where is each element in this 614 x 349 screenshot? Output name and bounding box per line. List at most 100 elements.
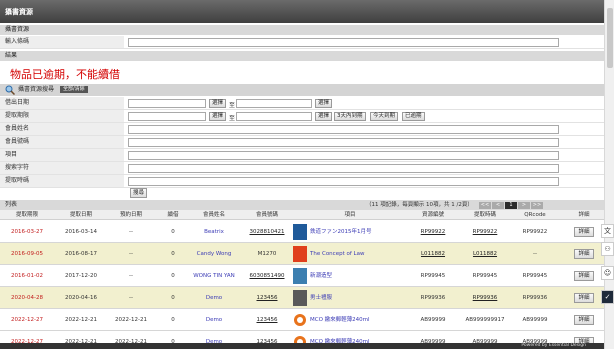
member-number-input[interactable]	[128, 138, 559, 147]
row-item-name[interactable]: The Concept of Law	[310, 246, 410, 262]
table-row: 2016-09-05 2016-08-17 -- 0 Candy Wong M1…	[0, 243, 604, 265]
row-resource-number[interactable]: L011882	[410, 243, 456, 265]
row-item[interactable]: 新潮造型	[293, 268, 410, 284]
due-date-to-select-button[interactable]: 選擇	[315, 112, 333, 121]
row-detail-button[interactable]: 詳細	[574, 315, 594, 325]
row-pickup-code[interactable]: AB999999917	[462, 309, 508, 331]
item-thumbnail	[293, 268, 307, 284]
due-today-button[interactable]: 今天到期	[370, 112, 399, 121]
row-item[interactable]: MCO 繳來郵輕薄240ml	[293, 312, 410, 328]
row-resource-number[interactable]: RP99945	[410, 265, 456, 287]
result-box: 物品已逾期，不能續借	[0, 61, 604, 83]
col-pickup-date[interactable]: 提取日期	[58, 211, 104, 219]
row-pickup-code[interactable]: L011882	[462, 243, 508, 265]
col-member-name[interactable]: 會員姓名	[188, 211, 240, 219]
col-member-number[interactable]: 會員號碼	[242, 211, 292, 219]
member-number-row: 會員號碼	[0, 136, 604, 149]
row-renew-count: 0	[171, 251, 175, 257]
row-reserve-date: --	[129, 295, 133, 301]
due-in-3-days-button[interactable]: 3天內到期	[334, 112, 366, 121]
row-item-name[interactable]: 鉄道ファン2015年1月号	[310, 224, 410, 240]
row-member-name[interactable]: Beatrix	[188, 221, 240, 243]
page-prev-button[interactable]: <	[492, 202, 504, 209]
member-name-input[interactable]	[128, 125, 559, 134]
bookmark-icon[interactable]: ✓	[601, 290, 614, 304]
row-due-date: 2016-09-05	[11, 251, 43, 257]
row-item[interactable]: 鉄道ファン2015年1月号	[293, 224, 410, 240]
row-resource-number[interactable]: RP99922	[410, 221, 456, 243]
row-renew-count: 0	[171, 229, 175, 235]
footer-credit: Powered by Essential Design	[521, 343, 586, 348]
due-date-from-input[interactable]	[128, 112, 206, 121]
search-panel-header: 攝書資源搜尋 全部/清除	[0, 84, 604, 96]
row-member-number[interactable]: 3028810421	[242, 221, 292, 243]
result-message: 物品已逾期，不能續借	[10, 68, 120, 81]
scrollbar-thumb[interactable]	[607, 8, 613, 68]
row-qrcode: RP99936	[522, 295, 548, 301]
col-pickup-code[interactable]: 提取時碼	[462, 211, 508, 219]
row-reserve-date: --	[129, 229, 133, 235]
item-thumbnail	[293, 290, 307, 306]
barcode-input[interactable]	[128, 38, 559, 47]
row-resource-number[interactable]: AB99999	[410, 309, 456, 331]
share-icon[interactable]: ⚇	[601, 242, 614, 256]
item-input[interactable]	[128, 151, 559, 160]
row-item-name[interactable]: 新潮造型	[310, 268, 410, 284]
row-member-name[interactable]: Demo	[188, 287, 240, 309]
row-member-name[interactable]: Demo	[188, 309, 240, 331]
row-member-name[interactable]: WONG TIN YAN	[188, 265, 240, 287]
search-panel-toggle[interactable]: 全部/清除	[60, 86, 88, 93]
loan-date-from-input[interactable]	[128, 99, 206, 108]
search-button[interactable]: 搜尋	[130, 188, 148, 198]
loan-date-to-select-button[interactable]: 選擇	[315, 99, 333, 108]
col-reserve-date[interactable]: 預約日期	[108, 211, 154, 219]
row-item-name[interactable]: MCO 繳來郵輕薄240ml	[310, 312, 410, 328]
row-item-name[interactable]: 男士禮服	[310, 290, 410, 306]
row-member-number[interactable]: 6030851490	[242, 265, 292, 287]
row-item[interactable]: 男士禮服	[293, 290, 410, 306]
col-renew[interactable]: 續借	[162, 211, 184, 219]
row-detail-button[interactable]: 詳細	[574, 249, 594, 259]
row-resource-number[interactable]: RP99936	[410, 287, 456, 309]
row-pickup-date: 2022-12-21	[65, 317, 97, 323]
row-qrcode: --	[533, 251, 537, 257]
row-detail-button[interactable]: 詳細	[574, 271, 594, 281]
row-pickup-code[interactable]: RP99922	[462, 221, 508, 243]
page-next-button[interactable]: >	[518, 202, 530, 209]
loan-date-to-input[interactable]	[236, 99, 312, 108]
translate-icon[interactable]: 文	[601, 224, 614, 238]
col-due-date[interactable]: 提取期限	[4, 211, 50, 219]
page-first-button[interactable]: <<	[479, 202, 491, 209]
overdue-button[interactable]: 已逾期	[402, 112, 425, 121]
row-pickup-code[interactable]: RP99936	[462, 287, 508, 309]
chat-icon[interactable]: ☺	[601, 266, 614, 280]
due-date-from-select-button[interactable]: 選擇	[209, 112, 227, 121]
page-current-button[interactable]: 1	[505, 202, 517, 209]
barcode-label: 輸入條碼	[0, 36, 124, 48]
row-item[interactable]: The Concept of Law	[293, 246, 410, 262]
row-reserve-date: --	[129, 273, 133, 279]
row-member-name[interactable]: Candy Wong	[188, 243, 240, 265]
col-item[interactable]: 項目	[320, 211, 380, 219]
page-last-button[interactable]: >>	[531, 202, 543, 209]
col-resource-number[interactable]: 資源編號	[410, 211, 456, 219]
member-number-label: 會員號碼	[0, 136, 124, 148]
due-date-label: 提取期限	[0, 110, 124, 122]
col-qrcode[interactable]: QRcode	[512, 211, 558, 219]
row-pickup-code[interactable]: RP99945	[462, 265, 508, 287]
row-due-date: 2020-04-28	[11, 295, 43, 301]
row-member-number[interactable]: 123456	[242, 309, 292, 331]
row-member-number[interactable]: 123456	[242, 287, 292, 309]
loan-date-range-separator: 至	[229, 102, 236, 109]
pickup-code-input[interactable]	[128, 177, 559, 186]
row-detail-button[interactable]: 詳細	[574, 293, 594, 303]
loan-date-from-select-button[interactable]: 選擇	[209, 99, 227, 108]
row-renew-count: 0	[171, 295, 175, 301]
row-reserve-date: 2022-12-21	[115, 317, 147, 323]
due-date-to-input[interactable]	[236, 112, 312, 121]
keyword-input[interactable]	[128, 164, 559, 173]
row-member-number[interactable]: M1270	[242, 243, 292, 265]
col-detail: 詳細	[578, 212, 590, 218]
row-pickup-date: 2016-03-14	[65, 229, 97, 235]
row-detail-button[interactable]: 詳細	[574, 227, 594, 237]
